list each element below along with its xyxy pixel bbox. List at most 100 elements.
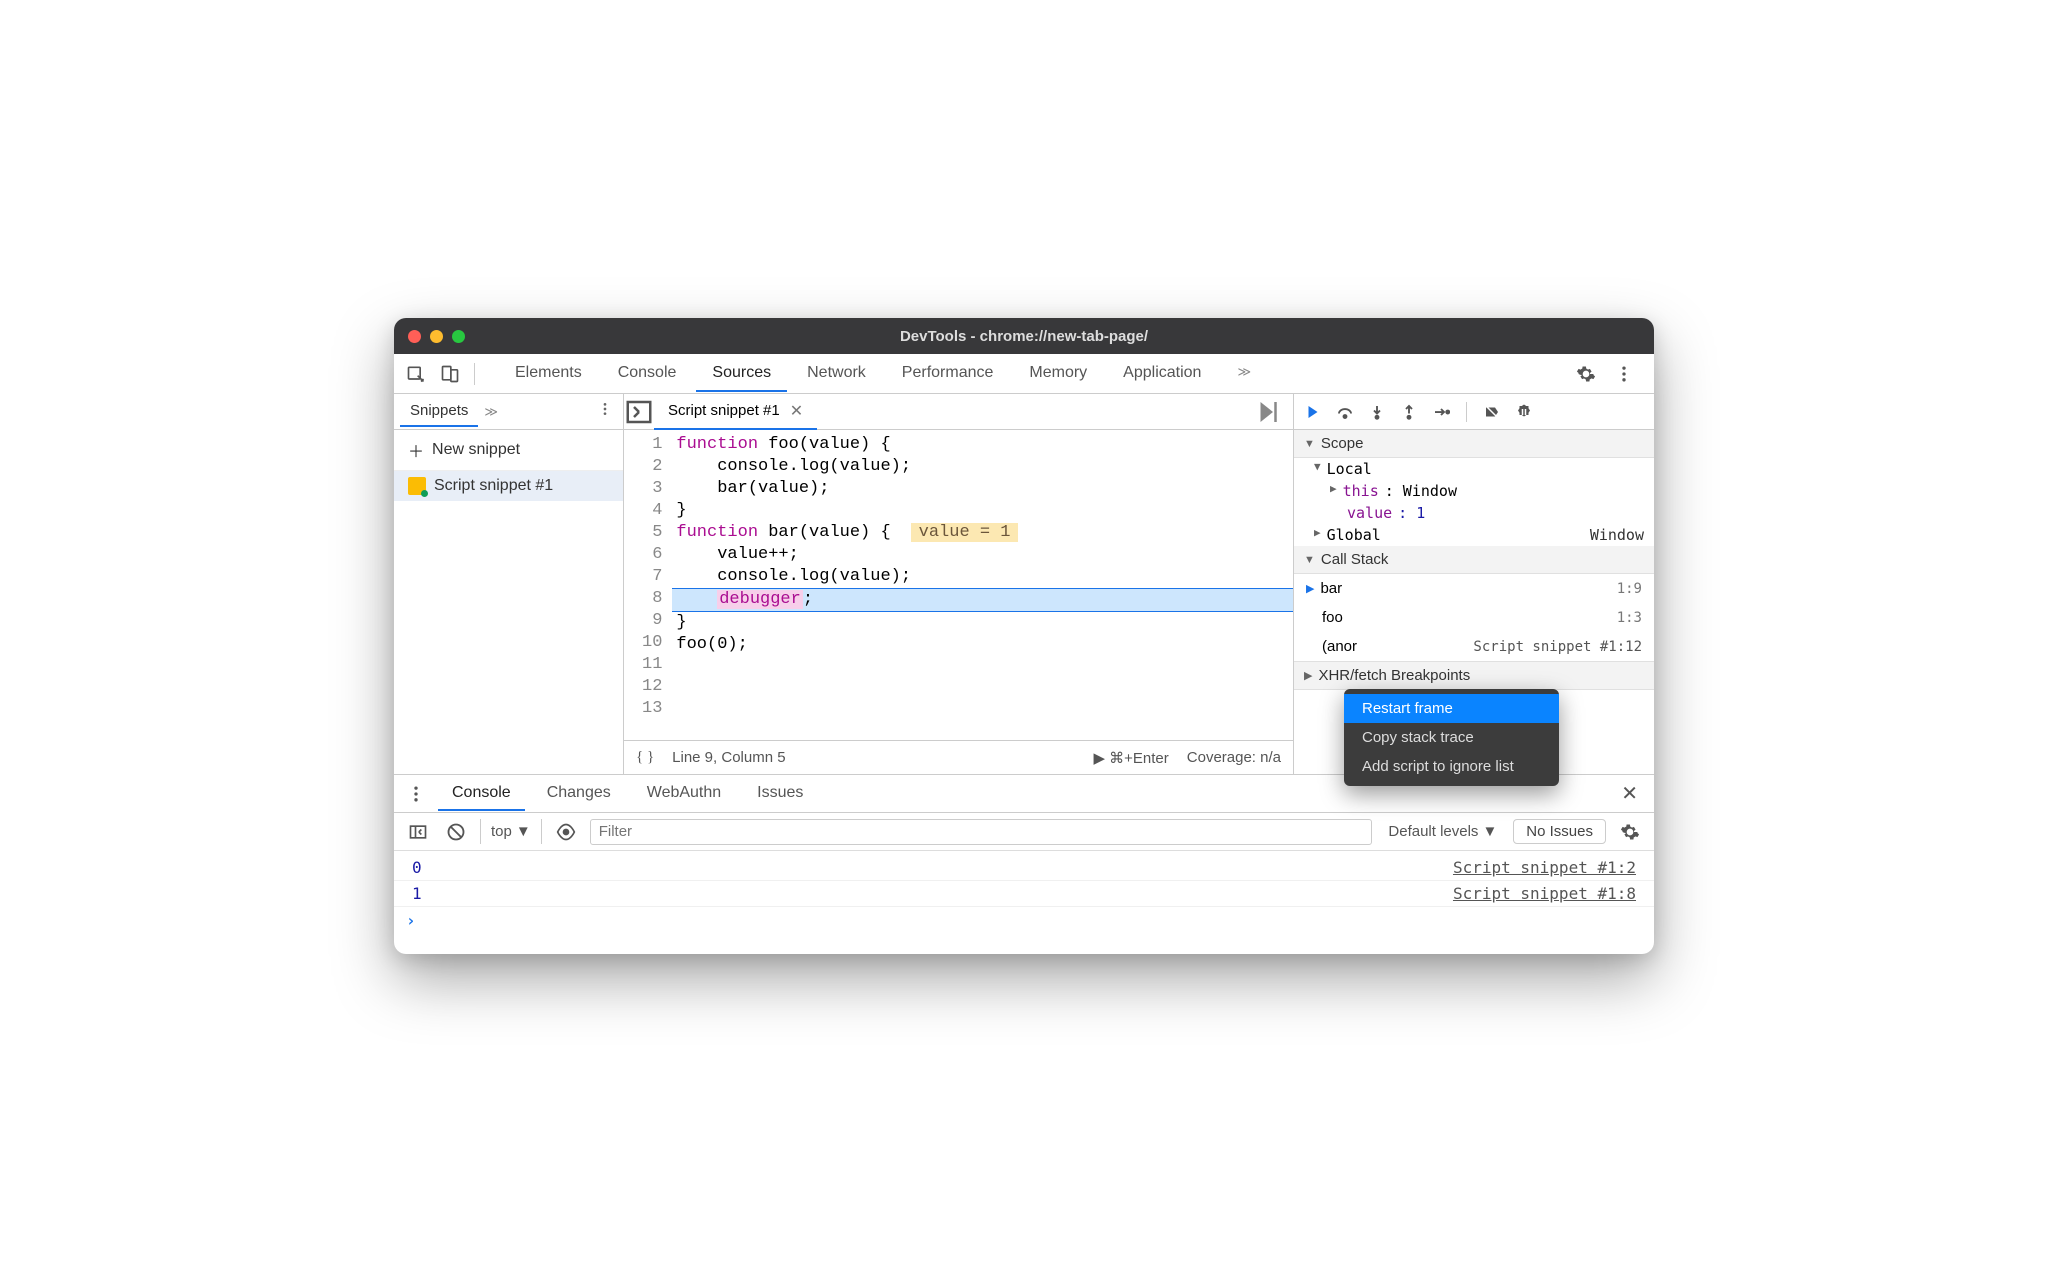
- callstack-label: Call Stack: [1321, 551, 1389, 568]
- context-restart-frame[interactable]: Restart frame: [1344, 694, 1559, 723]
- kebab-menu-icon[interactable]: [1610, 360, 1638, 388]
- step-icon[interactable]: [1432, 403, 1450, 421]
- code-text: foo(value) {: [758, 435, 891, 454]
- scope-value[interactable]: value: 1: [1294, 502, 1654, 524]
- console-value: 0: [412, 858, 422, 877]
- tab-console[interactable]: Console: [602, 356, 693, 392]
- context-menu: Restart frame Copy stack trace Add scrip…: [1344, 689, 1559, 786]
- step-into-icon[interactable]: [1368, 403, 1386, 421]
- tab-sources[interactable]: Sources: [696, 356, 787, 392]
- inline-value-hint: value = 1: [911, 523, 1019, 542]
- sidebar-kebab-icon[interactable]: [593, 397, 617, 426]
- drawer-tab-console[interactable]: Console: [438, 777, 525, 811]
- format-icon[interactable]: { }: [636, 749, 654, 766]
- console-prompt[interactable]: ›: [394, 907, 1654, 934]
- code-editor[interactable]: 12345678910111213 function foo(value) { …: [624, 430, 1293, 740]
- live-expression-icon[interactable]: [552, 818, 580, 846]
- tab-elements[interactable]: Elements: [499, 356, 598, 392]
- inspect-icon[interactable]: [402, 360, 430, 388]
- tab-application[interactable]: Application: [1107, 356, 1217, 392]
- callstack-section-header[interactable]: ▼ Call Stack: [1294, 546, 1654, 574]
- device-toggle-icon[interactable]: [436, 360, 464, 388]
- scope-this[interactable]: ▶this: Window: [1294, 480, 1654, 502]
- console-source-link[interactable]: Script snippet #1:2: [1453, 858, 1636, 877]
- deactivate-breakpoints-icon[interactable]: [1483, 403, 1501, 421]
- code-line: }: [672, 500, 1293, 522]
- console-sidebar-toggle-icon[interactable]: [404, 818, 432, 846]
- xhr-label: XHR/fetch Breakpoints: [1318, 667, 1470, 684]
- code-indent: [676, 590, 717, 609]
- step-over-icon[interactable]: [1336, 403, 1354, 421]
- console-settings-icon[interactable]: [1616, 818, 1644, 846]
- clear-console-icon[interactable]: [442, 818, 470, 846]
- scope-section-header[interactable]: ▼ Scope: [1294, 430, 1654, 458]
- run-to-here-icon[interactable]: [1253, 397, 1283, 427]
- log-levels-selector[interactable]: Default levels▼: [1382, 819, 1503, 844]
- window-title: DevTools - chrome://new-tab-page/: [900, 328, 1148, 345]
- console-log-row[interactable]: 1 Script snippet #1:8: [394, 881, 1654, 907]
- debugger-stmt: debugger: [717, 590, 803, 609]
- close-tab-icon[interactable]: ✕: [790, 401, 803, 421]
- minimize-window-button[interactable]: [430, 330, 443, 343]
- more-tabs-icon[interactable]: ≫: [1221, 356, 1267, 392]
- chevron-down-icon: ▼: [1304, 438, 1315, 450]
- drawer-tab-webauthn[interactable]: WebAuthn: [633, 777, 735, 811]
- new-snippet-label: New snippet: [432, 441, 520, 459]
- main-toolbar: Elements Console Sources Network Perform…: [394, 354, 1654, 394]
- callstack-frame-foo[interactable]: foo1:3: [1294, 603, 1654, 632]
- settings-icon[interactable]: [1572, 360, 1600, 388]
- new-snippet-button[interactable]: ＋ New snippet: [394, 430, 623, 471]
- snippet-list-item[interactable]: Script snippet #1: [394, 471, 623, 501]
- scope-global[interactable]: ▶GlobalWindow: [1294, 524, 1654, 546]
- code-line: console.log(value);: [672, 566, 1293, 588]
- scope-local[interactable]: ▼Local: [1294, 458, 1654, 480]
- pause-on-exceptions-icon[interactable]: [1515, 403, 1533, 421]
- console-filter-input[interactable]: [590, 819, 1373, 845]
- editor-tab-title: Script snippet #1: [668, 402, 780, 419]
- close-window-button[interactable]: [408, 330, 421, 343]
- code-line: value++;: [672, 544, 1293, 566]
- tab-performance[interactable]: Performance: [886, 356, 1010, 392]
- scope-label: Scope: [1321, 435, 1364, 452]
- code-line: console.log(value);: [672, 456, 1293, 478]
- context-ignore-script[interactable]: Add script to ignore list: [1344, 752, 1559, 781]
- resume-icon[interactable]: [1304, 403, 1322, 421]
- context-selector[interactable]: top▼: [480, 819, 542, 844]
- navigator-toggle-icon[interactable]: [624, 397, 654, 427]
- chevron-right-icon: ▶: [1304, 669, 1312, 682]
- context-copy-stack[interactable]: Copy stack trace: [1344, 723, 1559, 752]
- cursor-position: Line 9, Column 5: [672, 749, 785, 766]
- line-gutter: 12345678910111213: [624, 430, 672, 740]
- editor-tab[interactable]: Script snippet #1 ✕: [654, 394, 817, 430]
- code-text: ;: [803, 590, 813, 609]
- step-out-icon[interactable]: [1400, 403, 1418, 421]
- run-snippet-button[interactable]: ▶ ⌘+Enter: [1093, 749, 1168, 767]
- code-line: foo(0);: [672, 634, 1293, 656]
- no-issues-button[interactable]: No Issues: [1513, 819, 1606, 844]
- chevron-down-icon: ▼: [1304, 554, 1315, 566]
- tab-network[interactable]: Network: [791, 356, 882, 392]
- tab-memory[interactable]: Memory: [1013, 356, 1103, 392]
- drawer-close-icon[interactable]: ✕: [1613, 777, 1646, 810]
- console-source-link[interactable]: Script snippet #1:8: [1453, 884, 1636, 903]
- code-line: bar(value);: [672, 478, 1293, 500]
- console-log-row[interactable]: 0 Script snippet #1:2: [394, 855, 1654, 881]
- drawer-tab-issues[interactable]: Issues: [743, 777, 817, 811]
- divider: [1466, 402, 1467, 422]
- snippet-name: Script snippet #1: [434, 477, 553, 495]
- code-line: }: [672, 612, 1293, 634]
- callstack-frame-bar[interactable]: bar1:9: [1294, 574, 1654, 603]
- drawer-tab-changes[interactable]: Changes: [533, 777, 625, 811]
- plus-icon: ＋: [408, 438, 424, 462]
- drawer-kebab-icon[interactable]: [402, 780, 430, 808]
- code-keyword: function: [676, 523, 758, 542]
- console-value: 1: [412, 884, 422, 903]
- sidebar-more-tabs-icon[interactable]: ≫: [478, 398, 504, 426]
- xhr-breakpoints-header[interactable]: ▶ XHR/fetch Breakpoints: [1294, 661, 1654, 690]
- coverage-status: Coverage: n/a: [1187, 749, 1281, 766]
- code-keyword: function: [676, 435, 758, 454]
- callstack-frame-anon[interactable]: (anorScript snippet #1:12: [1294, 632, 1654, 661]
- sidebar-tab-snippets[interactable]: Snippets: [400, 396, 478, 427]
- maximize-window-button[interactable]: [452, 330, 465, 343]
- divider: [474, 363, 475, 385]
